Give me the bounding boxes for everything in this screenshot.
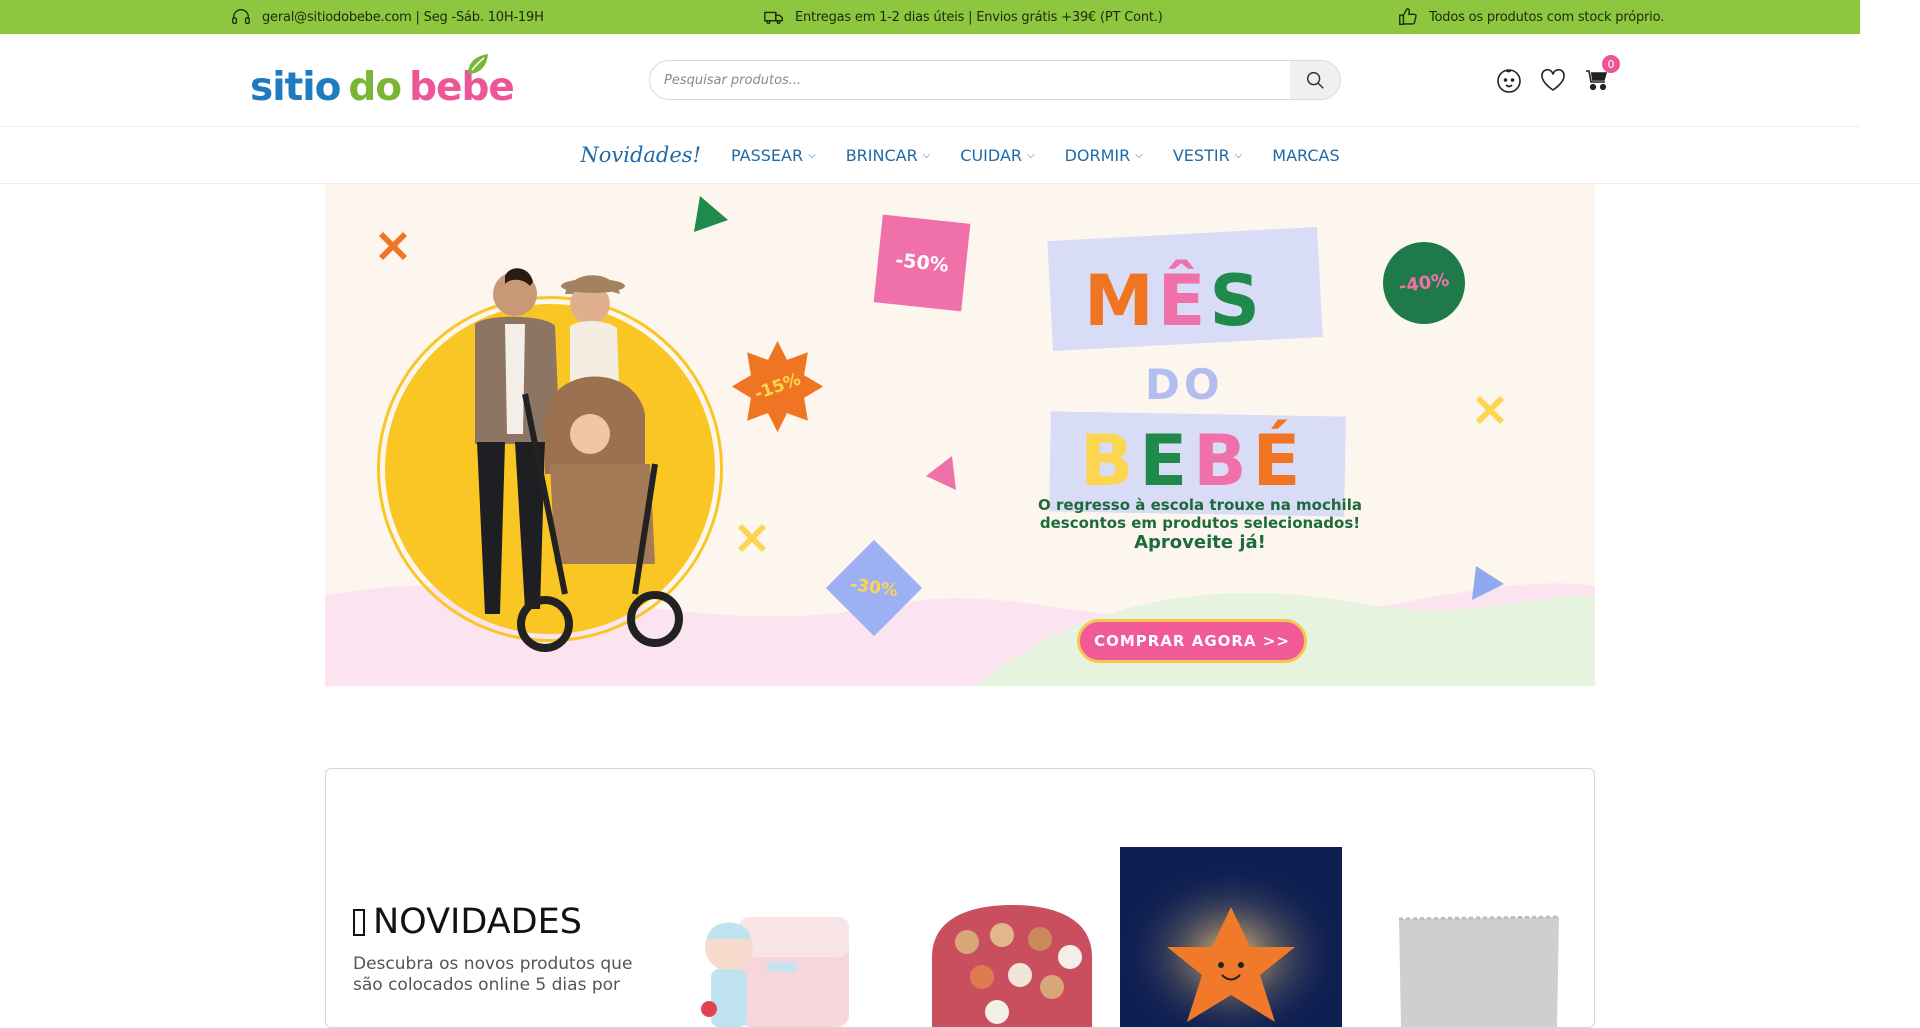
- contact-text: geral@sitiodobebe.com | Seg -Sáb. 10H-19…: [262, 9, 544, 25]
- headset-icon: [232, 9, 250, 25]
- baby-face-icon: [1497, 69, 1521, 93]
- sticker-50-text: -50%: [894, 249, 950, 277]
- cart-count-badge: 0: [1602, 55, 1620, 73]
- product-card[interactable]: [902, 847, 1124, 1027]
- yellow-cross-decoration: [738, 524, 766, 552]
- title-letter: B: [1080, 420, 1140, 502]
- heart-icon: [1541, 68, 1565, 91]
- hero-copy-line: Aproveite já!: [1134, 532, 1266, 553]
- product-image: [701, 917, 849, 1027]
- nav-item-label: DORMIR: [1064, 145, 1131, 165]
- nav-item-label: PASSEAR: [731, 145, 804, 165]
- search-button[interactable]: [1290, 61, 1340, 99]
- nav-item-dormir[interactable]: DORMIR ⌵: [1065, 146, 1143, 165]
- site-header: sitio do bebe 0: [0, 34, 1860, 127]
- product-image: [1120, 847, 1342, 1027]
- title-letter: É: [1252, 420, 1307, 502]
- leaf-icon: [468, 54, 488, 74]
- title-bebe: BEBÉ: [1080, 420, 1306, 502]
- section-description: Descubra os novos produtos que são coloc…: [353, 954, 633, 995]
- product-card[interactable]: [1120, 847, 1342, 1027]
- top-info-bar: geral@sitiodobebe.com | Seg -Sáb. 10H-19…: [0, 0, 1860, 34]
- nav-item-brincar[interactable]: BRINCAR ⌵: [846, 146, 931, 165]
- logo-part-sitio: sitio: [250, 65, 341, 110]
- product-image: [932, 905, 1092, 1027]
- search-icon: [1306, 71, 1324, 89]
- orange-cross-decoration: [379, 232, 407, 260]
- chevron-down-icon: ⌵: [1135, 149, 1143, 161]
- main-navigation: Novidades! PASSEAR ⌵ BRINCAR ⌵ CUIDAR ⌵ …: [0, 127, 1920, 184]
- sticker-30-text: -30%: [848, 574, 900, 602]
- title-letter: E: [1139, 420, 1194, 502]
- product-image: [1398, 915, 1560, 1027]
- blue-triangle-decoration: [1472, 566, 1504, 600]
- nav-item-marcas[interactable]: MARCAS: [1272, 146, 1339, 165]
- pink-triangle-decoration: [926, 456, 956, 490]
- hero-banner[interactable]: -15% -50% -40% -30% MÊS DO BEBÉ O regres…: [325, 184, 1595, 686]
- title-letter: Ê: [1157, 260, 1210, 342]
- shipping-text: Entregas em 1-2 dias úteis | Envios grát…: [795, 9, 1163, 25]
- truck-icon: [764, 11, 783, 25]
- nav-item-novidades[interactable]: Novidades!: [580, 143, 701, 167]
- chevron-down-icon: ⌵: [1027, 149, 1035, 161]
- cart-button[interactable]: 0: [1582, 55, 1620, 95]
- hero-copy-line: O regresso à escola trouxe na mochila: [1038, 496, 1362, 514]
- nav-item-label: BRINCAR: [845, 145, 918, 165]
- chevron-down-icon: ⌵: [922, 149, 931, 161]
- hero-copy-line: descontos em produtos selecionados!: [1039, 514, 1361, 532]
- title-letter: M: [1084, 260, 1158, 342]
- chevron-down-icon: ⌵: [808, 149, 816, 161]
- search-bar: [649, 60, 1341, 100]
- section-title-text: NOVIDADES: [373, 902, 582, 942]
- stock-text: Todos os produtos com stock próprio.: [1429, 9, 1665, 25]
- title-letter: B: [1193, 420, 1253, 502]
- family-stroller-image: [475, 268, 683, 652]
- nav-item-cuidar[interactable]: CUIDAR ⌵: [960, 146, 1034, 165]
- novidades-section: NOVIDADES Descubra os novos produtos que…: [325, 768, 1595, 1028]
- section-title: NOVIDADES: [353, 902, 582, 942]
- header-actions: 0: [1494, 55, 1620, 100]
- stock-info: Todos os produtos com stock próprio.: [1397, 0, 1664, 34]
- site-logo[interactable]: sitio do bebe: [250, 50, 515, 110]
- thumbs-up-icon: [1399, 8, 1417, 26]
- wishlist-button[interactable]: [1538, 65, 1568, 95]
- nav-item-label: MARCAS: [1272, 145, 1340, 165]
- product-card[interactable]: [1354, 847, 1576, 1027]
- logo-part-do: do: [348, 65, 402, 110]
- missing-glyph-icon: [353, 908, 365, 936]
- product-card[interactable]: [669, 847, 891, 1027]
- account-button[interactable]: [1494, 65, 1524, 95]
- contact-info: geral@sitiodobebe.com | Seg -Sáb. 10H-19…: [230, 0, 544, 34]
- green-triangle-decoration: [694, 196, 728, 232]
- hero-copy: O regresso à escola trouxe na mochila de…: [1030, 496, 1370, 554]
- title-mes: MÊS: [1084, 260, 1264, 342]
- title-do: DO: [1145, 360, 1224, 409]
- nav-item-label: Novidades!: [580, 143, 702, 167]
- nav-item-passear[interactable]: PASSEAR ⌵: [731, 146, 816, 165]
- yellow-cross-decoration-right: [1476, 396, 1504, 424]
- nav-item-label: CUIDAR: [960, 145, 1022, 165]
- nav-item-label: VESTIR: [1172, 145, 1230, 165]
- nav-item-vestir[interactable]: VESTIR ⌵: [1173, 146, 1242, 165]
- search-input[interactable]: [650, 61, 1290, 99]
- shop-now-button[interactable]: COMPRAR AGORA >>: [1077, 619, 1307, 663]
- chevron-down-icon: ⌵: [1234, 149, 1243, 161]
- sticker-40-text: -40%: [1397, 269, 1451, 297]
- shipping-info: Entregas em 1-2 dias úteis | Envios grát…: [763, 0, 1163, 34]
- title-letter: S: [1209, 260, 1264, 342]
